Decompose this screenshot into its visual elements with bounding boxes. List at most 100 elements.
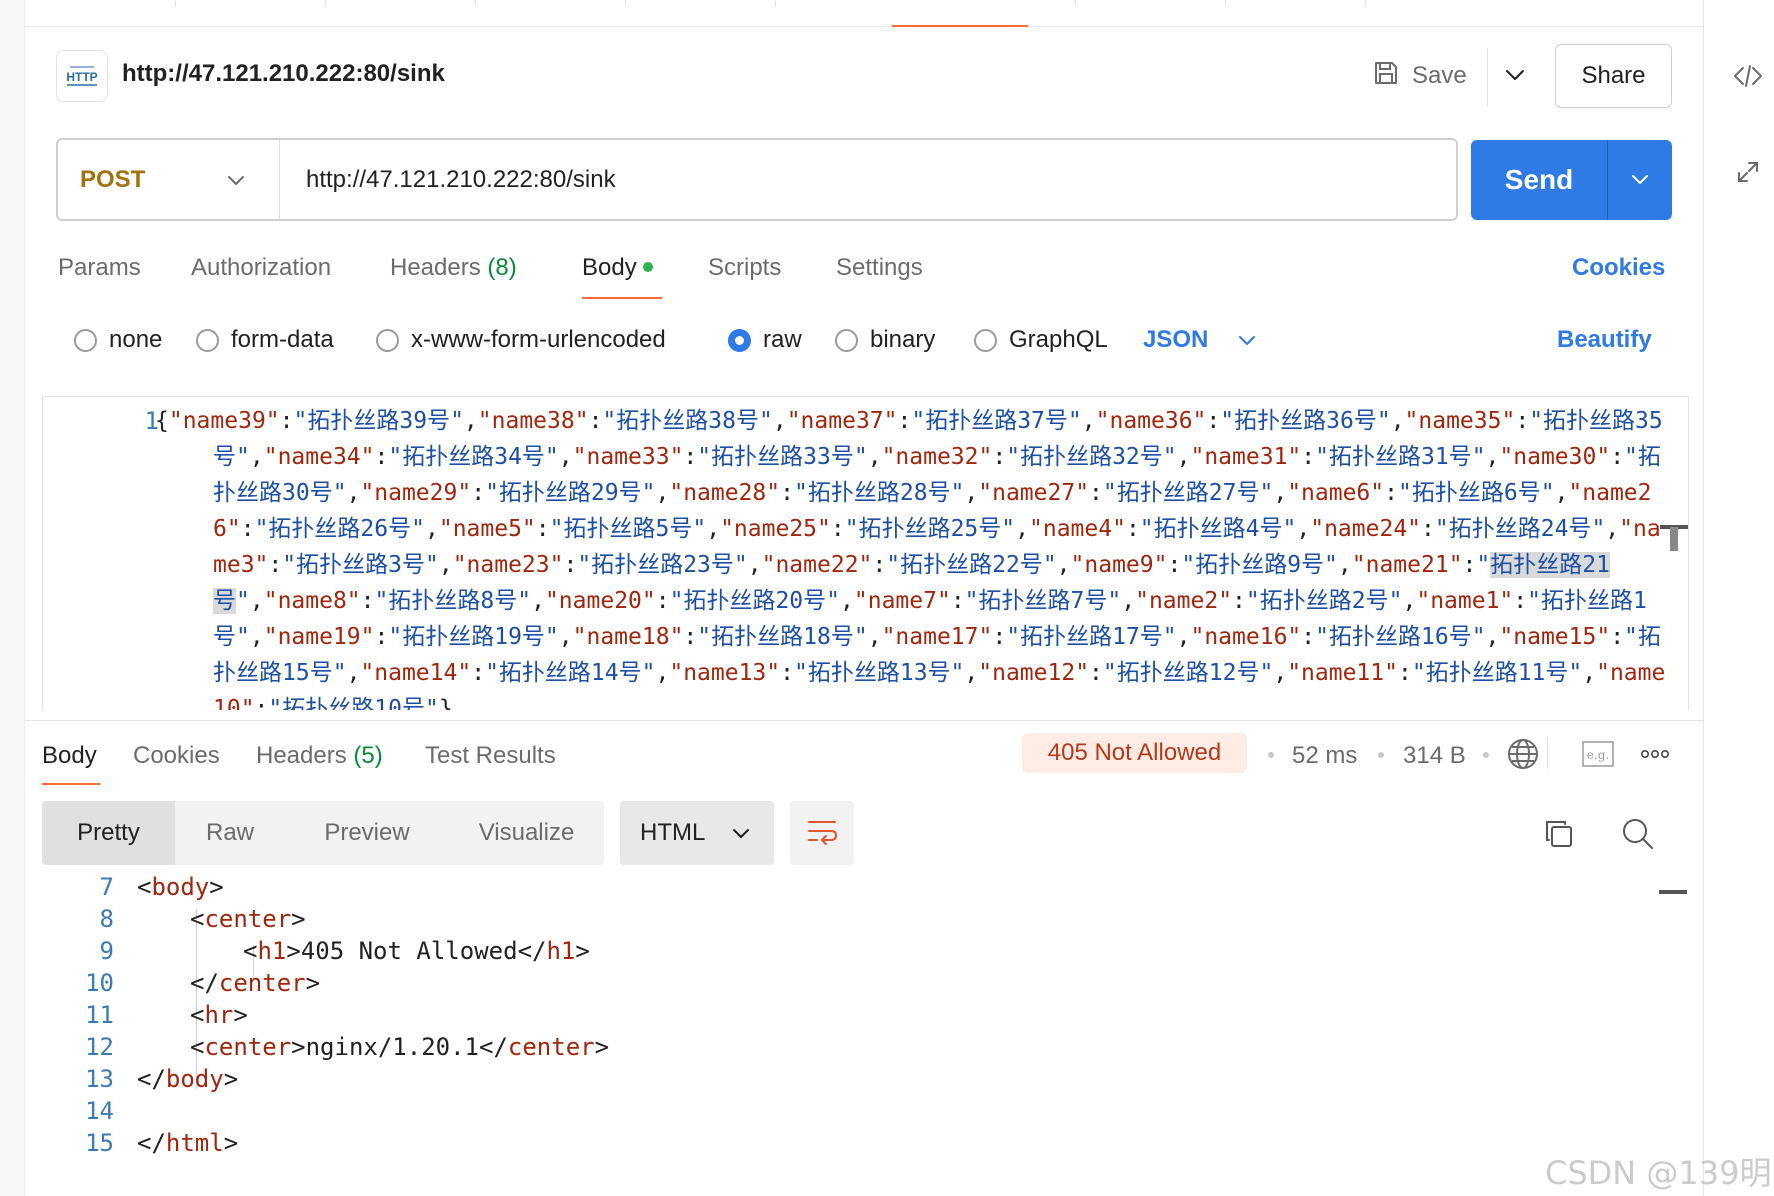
- json-value: "拓扑丝路13号": [793, 660, 965, 686]
- code-line: 15 </html>: [42, 1129, 1642, 1165]
- chevron-down-icon[interactable]: [1500, 60, 1530, 90]
- view-mode-pretty[interactable]: Pretty: [42, 801, 175, 865]
- json-key: "name8": [263, 588, 361, 614]
- response-format-select[interactable]: HTML: [620, 801, 774, 865]
- chevron-down-icon: [227, 166, 245, 194]
- tab-test-results[interactable]: Test Results: [425, 742, 556, 770]
- share-button[interactable]: Share: [1555, 44, 1672, 108]
- tab-scripts[interactable]: Scripts: [708, 254, 781, 282]
- json-key: "name6": [1287, 480, 1385, 506]
- expand-icon[interactable]: [1730, 154, 1766, 190]
- status-badge[interactable]: 405 Not Allowed: [1022, 733, 1247, 773]
- request-body-code[interactable]: {"name39":"拓扑丝路39号","name38":"拓扑丝路38号","…: [155, 403, 1670, 710]
- send-button[interactable]: Send: [1471, 140, 1608, 220]
- tab-settings[interactable]: Settings: [836, 254, 923, 282]
- wrap-lines-button[interactable]: [790, 801, 854, 865]
- code-line: 14: [42, 1097, 1642, 1133]
- tab-response-body[interactable]: Body: [42, 742, 97, 770]
- globe-icon[interactable]: [1505, 734, 1541, 774]
- response-body-editor[interactable]: 7 <body> 8 <center> 9 <h1>405 Not Allowed</h1…: [42, 873, 1689, 1196]
- html-tag: <hr>: [190, 1001, 248, 1029]
- view-mode-raw[interactable]: Raw: [175, 801, 285, 865]
- scrollbar-thumb[interactable]: [1670, 527, 1678, 551]
- more-icon[interactable]: [1637, 734, 1673, 774]
- json-value: "拓扑丝路36号": [1220, 408, 1391, 434]
- body-type-raw[interactable]: raw: [728, 326, 802, 354]
- view-mode-visualize[interactable]: Visualize: [449, 801, 604, 865]
- body-type-label: none: [109, 326, 163, 353]
- meta-divider: [1547, 737, 1548, 769]
- json-key: "name5": [438, 516, 536, 542]
- line-number: 12: [85, 1033, 114, 1061]
- request-body-editor[interactable]: 1 {"name39":"拓扑丝路39号","name38":"拓扑丝路38号"…: [42, 396, 1689, 710]
- json-value-text: 拓扑丝路17号: [1020, 624, 1163, 650]
- code-line: 10 </center>: [42, 969, 1642, 1005]
- code-line: 13 </body>: [42, 1065, 1642, 1101]
- tab-headers[interactable]: Headers (8): [390, 254, 517, 282]
- response-size[interactable]: 314 B: [1403, 742, 1466, 770]
- line-number: 9: [99, 937, 114, 965]
- line-number: 7: [99, 873, 114, 901]
- radio-checked-icon: [728, 328, 751, 352]
- tab-separator: [175, 0, 176, 6]
- line-number: 11: [85, 1001, 114, 1029]
- json-value-text: 拓扑丝路3号: [296, 552, 425, 578]
- raw-format-select[interactable]: JSON: [1143, 326, 1256, 354]
- line-number: 14: [85, 1097, 114, 1125]
- url-input[interactable]: [280, 165, 1456, 194]
- tab-response-headers[interactable]: Headers (5): [256, 742, 383, 770]
- example-icon[interactable]: e.g.: [1580, 734, 1616, 774]
- body-type-none[interactable]: none: [74, 326, 162, 354]
- json-value: "拓扑丝路3号": [282, 552, 439, 578]
- code-line: 12 <center>nginx/1.20.1</center>: [42, 1033, 1642, 1069]
- body-type-graphql[interactable]: GraphQL: [974, 326, 1108, 354]
- json-value: "拓扑丝路38号": [602, 408, 773, 434]
- send-button-group: Send: [1471, 140, 1672, 220]
- json-key: "name33": [572, 444, 684, 470]
- save-divider: [1487, 48, 1488, 106]
- copy-icon[interactable]: [1539, 814, 1579, 854]
- json-key: "name7": [853, 588, 951, 614]
- code-line: 11 <hr>: [42, 1001, 1642, 1037]
- chevron-down-icon[interactable]: [1608, 140, 1672, 220]
- tab-separator: [775, 0, 776, 6]
- radio-icon: [196, 328, 219, 352]
- code-icon[interactable]: [1730, 58, 1766, 94]
- body-type-form-data[interactable]: form-data: [196, 326, 334, 354]
- response-divider[interactable]: [25, 720, 1703, 721]
- chevron-down-icon: [732, 819, 750, 847]
- tab-params[interactable]: Params: [58, 254, 141, 282]
- code-text: <h1>405 Not Allowed</h1>: [243, 937, 590, 965]
- svg-text:e.g.: e.g.: [1587, 748, 1609, 762]
- save-button[interactable]: Save: [1372, 54, 1467, 98]
- view-mode-preview[interactable]: Preview: [285, 801, 449, 865]
- json-value-text: 拓扑丝路18号: [711, 624, 854, 650]
- beautify-button[interactable]: Beautify: [1557, 326, 1652, 354]
- json-value-text: 拓扑丝路38号: [616, 408, 759, 434]
- json-value: "拓扑丝路16号": [1315, 624, 1486, 650]
- json-value-text: 拓扑丝路37号: [925, 408, 1068, 434]
- active-tab-underline: [582, 297, 662, 299]
- tab-response-cookies[interactable]: Cookies: [133, 742, 220, 770]
- json-value: "拓扑丝路34号": [388, 444, 559, 470]
- method-select[interactable]: POST: [58, 140, 280, 219]
- radio-icon: [835, 328, 858, 352]
- body-type-label: form-data: [231, 326, 334, 353]
- body-type-binary[interactable]: binary: [835, 326, 935, 354]
- search-icon[interactable]: [1618, 814, 1658, 854]
- json-value-text: 拓扑丝路39号: [307, 408, 451, 434]
- response-format-label: HTML: [640, 819, 706, 846]
- json-key: "name24": [1310, 516, 1422, 542]
- json-value-text: 拓扑丝路28号: [807, 480, 951, 506]
- body-type-urlencoded[interactable]: x-www-form-urlencoded: [376, 326, 666, 354]
- tab-authorization[interactable]: Authorization: [191, 254, 331, 282]
- cookies-link[interactable]: Cookies: [1572, 254, 1665, 282]
- response-time[interactable]: 52 ms: [1292, 742, 1357, 770]
- request-title[interactable]: http://47.121.210.222:80/sink: [122, 60, 445, 88]
- tab-body[interactable]: Body: [582, 254, 653, 282]
- body-type-label: raw: [763, 326, 802, 353]
- active-tab-underline: [42, 783, 100, 785]
- tab-response-headers-label: Headers: [256, 742, 347, 769]
- json-key: "name4": [1029, 516, 1126, 542]
- json-value-text: 拓扑丝路32号: [1020, 444, 1163, 470]
